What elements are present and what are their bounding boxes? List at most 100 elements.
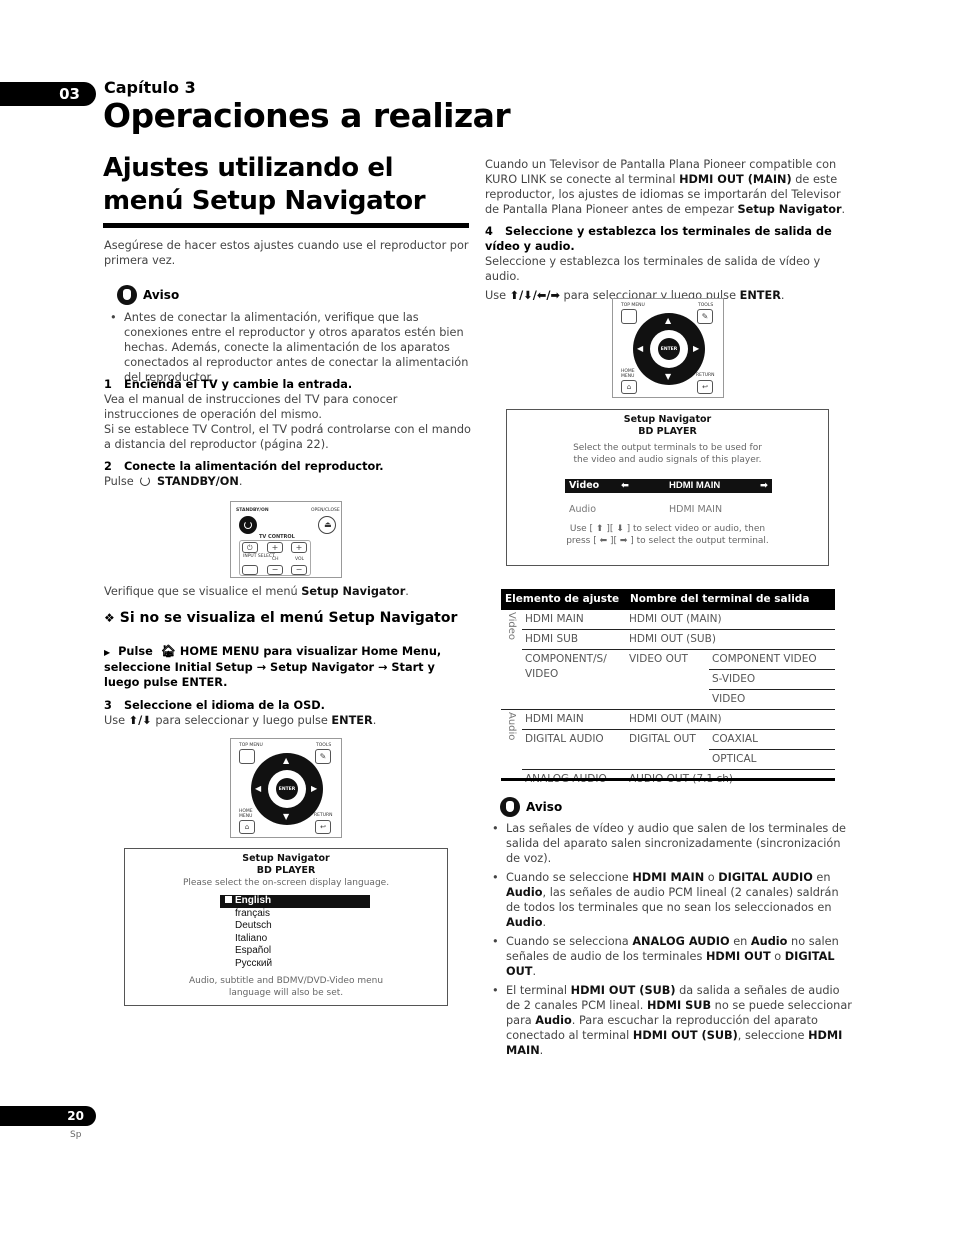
audio-label[interactable]: Audio — [569, 502, 596, 517]
right-arrow-icon[interactable]: ➡ — [760, 479, 768, 493]
top-menu-button[interactable] — [239, 749, 255, 764]
home-menu-button[interactable]: ⌂ — [239, 820, 255, 834]
up-arrow-icon[interactable]: ▲ — [283, 757, 289, 765]
bold-text: HDMI SUB — [646, 999, 712, 1012]
bold-text: Audio — [506, 886, 543, 899]
table-header-row: Elemento de ajuste Nombre del terminal d… — [501, 589, 835, 610]
standby-label: STANDBY/ON — [236, 508, 269, 513]
text: . — [542, 916, 547, 929]
return-button[interactable]: ↩ — [697, 380, 713, 394]
language-option[interactable]: français — [220, 908, 370, 921]
remote-power-diagram: STANDBY/ON OPEN/CLOSE ⏏ TV CONTROL ⏻ INP… — [230, 501, 342, 578]
bold-text: HDMI OUT (SUB) — [570, 984, 676, 997]
tv-power-button[interactable]: ⏻ — [242, 542, 258, 553]
audio-value: HDMI MAIN — [669, 504, 723, 515]
up-arrow-icon[interactable]: ▲ — [665, 317, 671, 325]
text: en — [729, 935, 751, 948]
return-button[interactable]: ↩ — [315, 820, 331, 834]
table-cell: DIGITAL AUDIO — [522, 729, 626, 770]
vol-label: VOL — [295, 557, 305, 562]
top-menu-button[interactable] — [621, 309, 637, 324]
text: . — [539, 1044, 544, 1057]
kuro-link-text: Cuando un Televisor de Pantalla Plana Pi… — [485, 157, 851, 217]
bold-text: Audio — [750, 935, 788, 948]
text: . — [841, 203, 846, 216]
vol-down-button[interactable]: − — [291, 565, 307, 575]
step-2: 2 Conecte la alimentación del reproductor… — [104, 459, 472, 489]
diamond-bullet-icon: ❖ — [104, 611, 115, 625]
left-arrow-icon[interactable]: ◀ — [255, 785, 261, 793]
right-arrow-icon[interactable]: ▶ — [693, 345, 699, 353]
video-row-selected[interactable]: Video ⬅ HDMI MAIN ➡ — [565, 479, 772, 493]
left-arrow-icon[interactable]: ◀ — [637, 345, 643, 353]
tools-button[interactable]: ✎ — [697, 309, 713, 324]
left-arrow-icon[interactable]: ⬅ — [621, 479, 629, 493]
input-select-button[interactable] — [242, 565, 258, 575]
wrench-icon: ✎ — [319, 752, 327, 761]
language-option[interactable]: Italiano — [220, 933, 370, 946]
verify-bold: Setup Navigator — [301, 585, 406, 598]
table-bottom-rule — [501, 778, 835, 781]
step-text: Use — [485, 289, 510, 302]
video-value: HDMI MAIN — [669, 480, 721, 491]
down-arrow-icon[interactable]: ▼ — [283, 813, 289, 821]
right-arrow-icon[interactable]: ▶ — [311, 785, 317, 793]
table-cell: OPTICAL — [709, 749, 835, 770]
remote-nav-diagram: TOP MENU TOOLS ✎ ENTER ▲ ▼ ◀ ▶ HOME MENU… — [230, 738, 342, 838]
language-option[interactable]: Español — [220, 945, 370, 958]
ch-down-button[interactable]: − — [267, 565, 283, 575]
bold: HDMI OUT (MAIN) — [679, 173, 792, 186]
language-option[interactable]: Deutsch — [220, 920, 370, 933]
table-cell: HDMI OUT (MAIN) — [626, 610, 835, 630]
table-cell: VIDEO OUT — [626, 649, 709, 710]
aviso-item: Cuando se selecciona ANALOG AUDIO en Aud… — [486, 934, 852, 979]
return-label: RETURN — [696, 373, 715, 378]
aviso-heading: Aviso — [500, 797, 562, 817]
ch-up-button[interactable]: + — [267, 542, 283, 553]
video-label: Video — [569, 480, 600, 491]
top-menu-label: TOP MENU — [621, 303, 645, 308]
home-icon: ⌂ — [244, 823, 250, 831]
down-arrow-icon[interactable]: ▼ — [665, 373, 671, 381]
enter-button[interactable]: ENTER — [276, 778, 298, 800]
tools-button[interactable]: ✎ — [315, 749, 331, 764]
language-option[interactable]: Русский — [220, 958, 370, 971]
table-row: HDMI SUB HDMI OUT (SUB) — [501, 629, 835, 650]
osd-subtitle: BD PLAYER — [256, 865, 316, 876]
power-icon — [140, 476, 151, 486]
home-icon: 🏠︎ — [160, 644, 176, 658]
table-header: Nombre del terminal de salida — [626, 589, 835, 610]
standby-key: STANDBY/ON — [156, 475, 239, 488]
return-icon: ↩ — [320, 823, 326, 831]
dpad[interactable]: ENTER ▲ ▼ ◀ ▶ — [633, 313, 705, 385]
text: o — [704, 871, 719, 884]
section-title: Ajustes utilizando el menú Setup Navigat… — [103, 153, 426, 216]
chapter-number: 03 — [59, 85, 80, 103]
standby-button[interactable] — [239, 516, 257, 534]
step-text: . — [780, 289, 785, 302]
tools-label: TOOLS — [698, 303, 714, 308]
enter-key: ENTER — [739, 289, 781, 302]
group-label-video: Video — [501, 610, 522, 710]
intro-text: Asegúrese de hacer estos ajustes cuando … — [104, 239, 469, 267]
instruction-pre: Pulse — [118, 645, 153, 658]
ch-label: CH — [272, 557, 279, 562]
text: , las señales de audio PCM lineal (2 can… — [506, 886, 839, 914]
step-body: Si se establece TV Control, el TV podrá … — [104, 423, 471, 451]
open-close-button[interactable]: ⏏ — [318, 516, 336, 534]
language-option-selected[interactable]: English — [220, 895, 370, 908]
table-header: Elemento de ajuste — [501, 589, 626, 610]
eject-icon: ⏏ — [324, 520, 332, 529]
dpad[interactable]: ENTER ▲ ▼ ◀ ▶ — [251, 753, 323, 825]
step-number: 4 — [485, 225, 493, 238]
bold-text: DIGITAL AUDIO — [718, 871, 813, 884]
aviso-list: Las señales de vídeo y audio que salen d… — [486, 821, 852, 1062]
vol-up-button[interactable]: + — [291, 542, 307, 553]
osd-subtitle: BD PLAYER — [638, 426, 697, 437]
text: El terminal — [506, 984, 571, 997]
home-menu-button[interactable]: ⌂ — [621, 380, 637, 394]
step-title: Seleccione y establezca los terminales d… — [485, 225, 832, 253]
enter-button[interactable]: ENTER — [658, 338, 680, 360]
bold-text: HDMI MAIN — [632, 871, 705, 884]
chapter-label: Capítulo 3 — [104, 78, 196, 97]
